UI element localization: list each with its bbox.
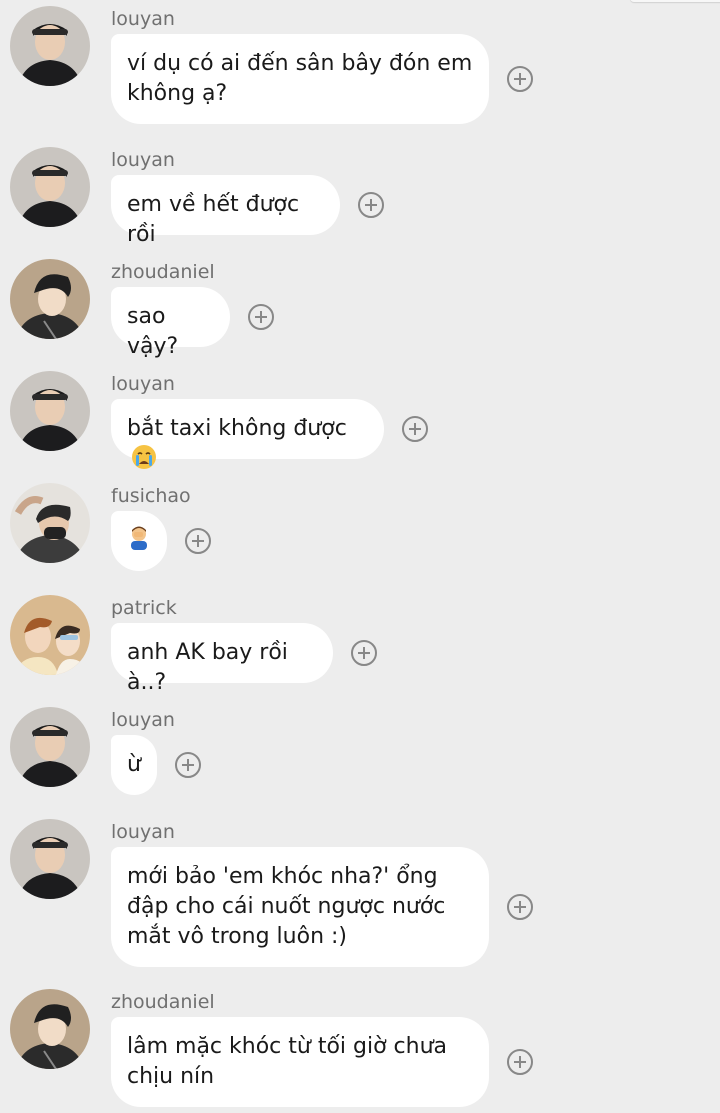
username: louyan: [111, 149, 175, 171]
message-bubble[interactable]: ừ: [111, 735, 157, 795]
add-reaction-icon[interactable]: [507, 1049, 533, 1075]
person-facepalming-icon: [126, 524, 152, 559]
add-reaction-icon[interactable]: [175, 752, 201, 778]
username: fusichao: [111, 485, 191, 507]
add-reaction-icon[interactable]: [507, 66, 533, 92]
avatar[interactable]: [10, 595, 90, 675]
avatar[interactable]: [10, 989, 90, 1069]
message-bubble[interactable]: mới bảo 'em khóc nha?' ổng đập cho cái n…: [111, 847, 489, 967]
message-text: sao vậy?: [127, 304, 179, 359]
avatar[interactable]: [10, 371, 90, 451]
message-item: louyan bắt taxi không được: [0, 367, 720, 469]
message-text: ví dụ có ai đến sân bây đón em không ạ?: [127, 51, 473, 106]
message-item: louyan ví dụ có ai đến sân bây đón em kh…: [0, 2, 720, 132]
username: zhoudaniel: [111, 261, 215, 283]
message-bubble[interactable]: em về hết được rồi: [111, 175, 340, 247]
username: louyan: [111, 8, 175, 30]
username: patrick: [111, 597, 177, 619]
message-text: em về hết được rồi: [127, 192, 300, 247]
message-bubble[interactable]: bắt taxi không được: [111, 399, 384, 469]
message-text: anh AK bay rồi à..?: [127, 640, 288, 695]
message-bubble[interactable]: [111, 511, 167, 571]
add-reaction-icon[interactable]: [358, 192, 384, 218]
message-item: louyan em về hết được rồi: [0, 143, 720, 247]
add-reaction-icon[interactable]: [185, 528, 211, 554]
message-bubble[interactable]: anh AK bay rồi à..?: [111, 623, 333, 695]
message-item: fusichao: [0, 479, 720, 579]
message-item: louyan ừ: [0, 703, 720, 803]
message-bubble[interactable]: sao vậy?: [111, 287, 230, 359]
avatar[interactable]: [10, 707, 90, 787]
message-text: lâm mặc khóc từ tối giờ chưa chịu nín: [127, 1034, 447, 1089]
message-bubble[interactable]: lâm mặc khóc từ tối giờ chưa chịu nín: [111, 1017, 489, 1107]
message-text: mới bảo 'em khóc nha?' ổng đập cho cái n…: [127, 864, 446, 949]
avatar[interactable]: [10, 483, 90, 563]
username: zhoudaniel: [111, 991, 215, 1013]
username: louyan: [111, 821, 175, 843]
add-reaction-icon[interactable]: [507, 894, 533, 920]
message-item: zhoudaniel lâm mặc khóc từ tối giờ chưa …: [0, 985, 720, 1113]
avatar[interactable]: [10, 147, 90, 227]
message-item: louyan mới bảo 'em khóc nha?' ổng đập ch…: [0, 815, 720, 975]
crying-face-icon: [131, 444, 157, 470]
message-item: zhoudaniel sao vậy?: [0, 255, 720, 359]
add-reaction-icon[interactable]: [351, 640, 377, 666]
add-reaction-icon[interactable]: [402, 416, 428, 442]
message-bubble[interactable]: ví dụ có ai đến sân bây đón em không ạ?: [111, 34, 489, 124]
message-text: ừ: [127, 752, 141, 777]
username: louyan: [111, 709, 175, 731]
avatar[interactable]: [10, 259, 90, 339]
avatar[interactable]: [10, 819, 90, 899]
message-item: patrick anh AK bay rồi à..?: [0, 591, 720, 695]
message-text: bắt taxi không được: [127, 416, 347, 441]
avatar[interactable]: [10, 6, 90, 86]
username: louyan: [111, 373, 175, 395]
add-reaction-icon[interactable]: [248, 304, 274, 330]
